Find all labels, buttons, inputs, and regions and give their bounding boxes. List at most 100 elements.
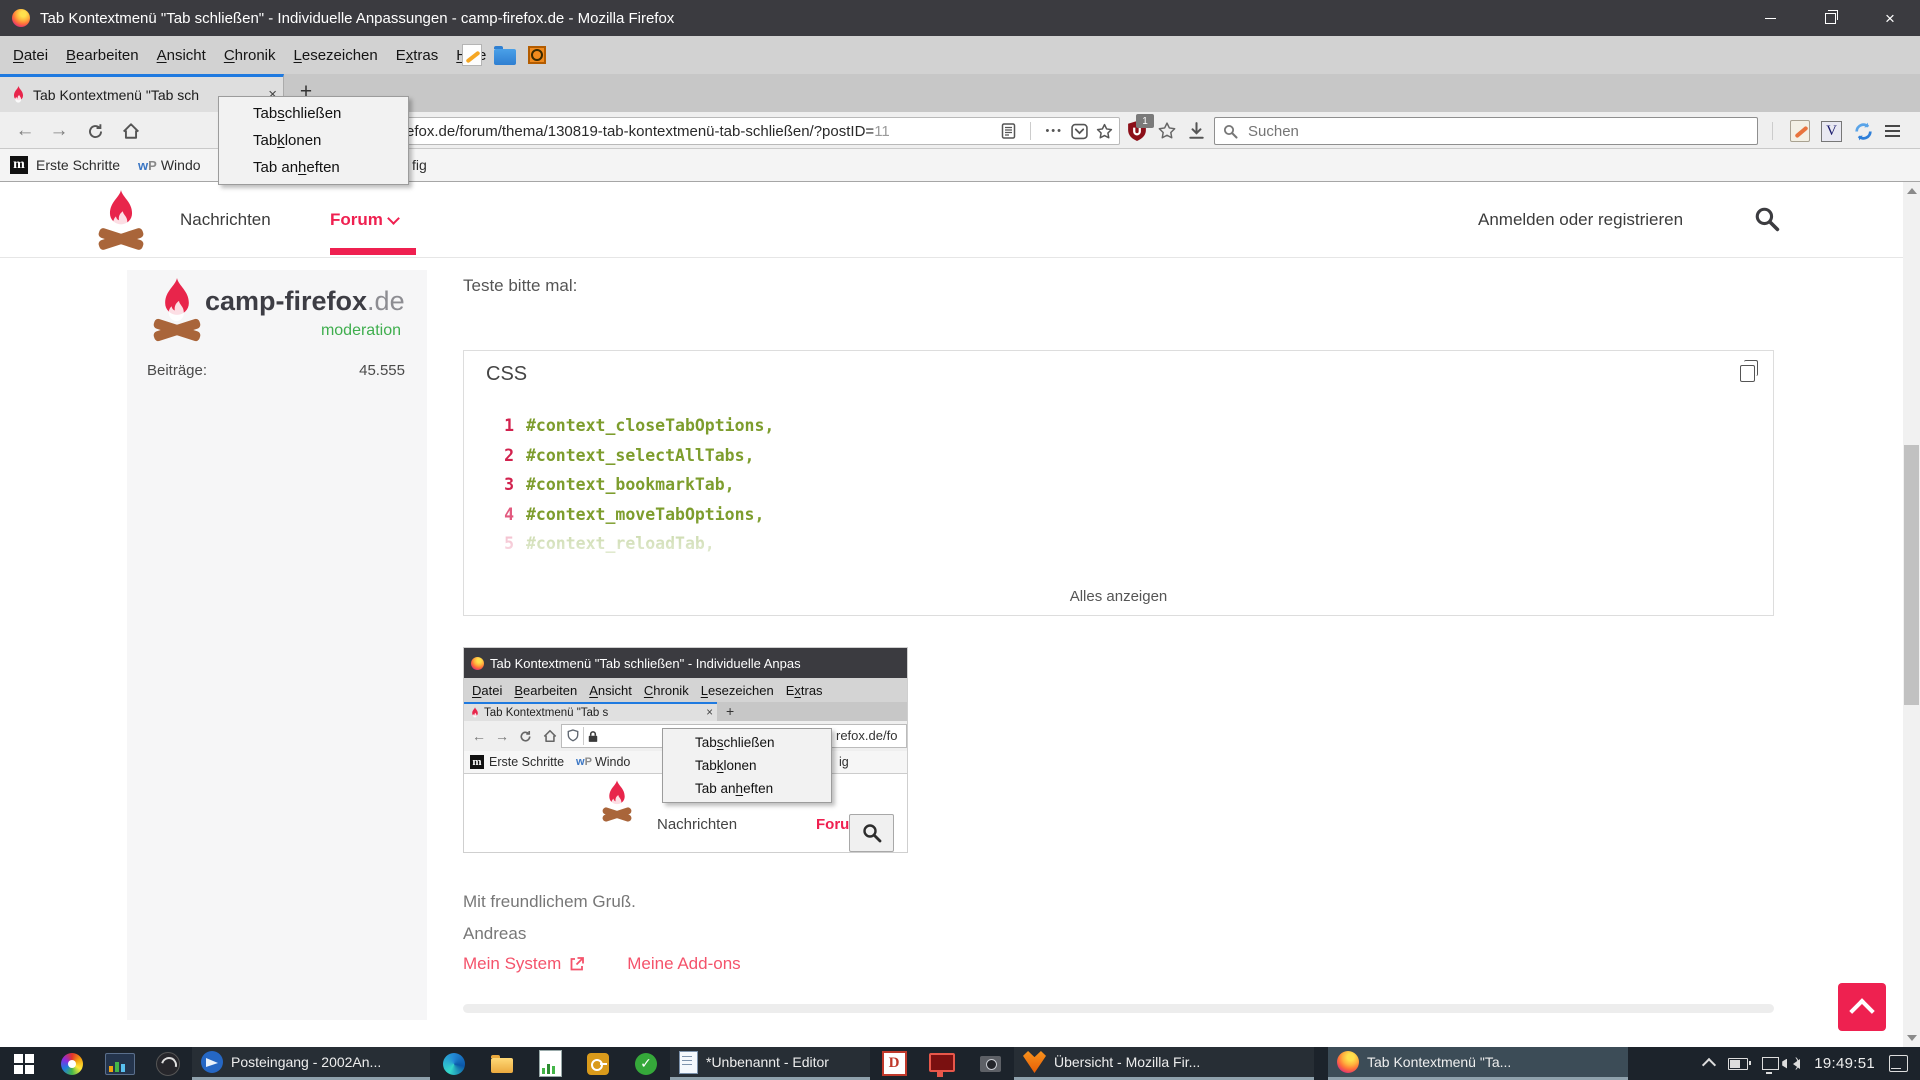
tracking-protection-shield-icon [567,729,579,743]
taskbar-edge-icon[interactable] [430,1047,478,1080]
action-center-icon[interactable] [1889,1055,1908,1072]
scroll-to-top-button[interactable] [1838,983,1886,1031]
site-search-icon[interactable] [1754,206,1780,232]
taskbar-chart-app-icon[interactable] [526,1047,574,1080]
network-icon[interactable] [1762,1057,1779,1070]
reader-mode-icon[interactable] [1001,123,1016,139]
embedded-title: Tab Kontextmenü "Tab schließen" - Indivi… [490,656,801,671]
menubar-item[interactable]: Datei [4,47,57,64]
show-all-link[interactable]: Alles anzeigen [464,588,1773,605]
menu-hamburger-icon[interactable] [1885,125,1900,137]
lock-icon [588,730,598,743]
line-text: #context_selectAllTabs, [526,446,754,465]
copy-code-icon[interactable] [1740,365,1755,382]
menubar-item[interactable]: Extras [387,47,448,64]
menubar-item[interactable]: Ansicht [148,47,215,64]
taskbar-monitor-app-icon[interactable] [96,1047,144,1080]
pocket-icon[interactable] [1071,123,1088,140]
site-nav-nachrichten[interactable]: Nachrichten [180,210,271,230]
bookmark-star-icon[interactable] [1096,123,1113,140]
taskbar-color-app-icon[interactable] [48,1047,96,1080]
scrollbar-up-arrow[interactable] [1907,188,1917,194]
tray-expand-icon[interactable] [1702,1058,1716,1072]
menubar-item[interactable]: Lesezeichen [285,47,387,64]
taskbar-keepass-icon[interactable] [574,1047,622,1080]
link-mein-system[interactable]: Mein System [463,954,585,974]
page-actions-icon[interactable]: ••• [1045,125,1063,137]
window-titlebar: Tab Kontextmenü "Tab schließen" - Indivi… [0,0,1920,36]
menubar-item[interactable]: Bearbeiten [57,47,148,64]
taskbar-explorer-icon[interactable] [478,1047,526,1080]
site-nav-forum[interactable]: Forum [330,210,398,230]
scrollbar-down-arrow[interactable] [1907,1035,1917,1041]
task-thunderbird[interactable]: Posteingang - 2002An... [192,1047,430,1080]
embedded-titlebar: Tab Kontextmenü "Tab schließen" - Indivi… [464,648,907,678]
embedded-tabbar: Tab Kontextmenü "Tab s × + [464,702,907,721]
task-firefox-kontextmenu[interactable]: Tab Kontextmenü "Ta... [1328,1047,1628,1080]
folder-addon-icon[interactable] [494,49,516,65]
notes-addon-icon[interactable] [1790,120,1810,142]
posts-row: Beiträge: 45.555 [147,362,405,379]
window-title: Tab Kontextmenü "Tab schließen" - Indivi… [40,10,674,27]
post-screenshot-image[interactable]: Tab Kontextmenü "Tab schließen" - Indivi… [463,647,908,853]
login-link[interactable]: Anmelden oder registrieren [1478,210,1683,230]
taskbar-d-app-icon[interactable]: D [870,1047,918,1080]
embedded-url-text: refox.de/fo [836,728,897,743]
bookmark-config[interactable]: fig [412,157,427,173]
context-menu-item[interactable]: Tab schließen [219,100,408,127]
embedded-menu-item: Lesezeichen [695,683,780,698]
back-button[interactable]: ← [10,116,40,146]
sync-icon[interactable] [1853,121,1874,142]
taskbar-camera-app-icon[interactable] [966,1047,1014,1080]
mozilla-bookmark-icon: m [10,156,28,174]
taskbar-remote-app-icon[interactable] [918,1047,966,1080]
restore-button[interactable] [1800,0,1860,36]
battery-icon[interactable] [1728,1058,1748,1070]
embedded-tab-close-icon: × [706,707,713,719]
context-menu-item[interactable]: Tab anheften [219,154,408,181]
speaker-icon[interactable] [1793,1059,1800,1069]
forward-button[interactable]: → [44,116,74,146]
link-meine-addons[interactable]: Meine Add-ons [627,954,740,974]
flame-icon [160,278,194,322]
back-icon: ← [16,120,35,142]
embedded-tab-title: Tab Kontextmenü "Tab s [484,707,674,719]
addon-button-icon[interactable] [528,46,546,64]
task-firefox-uebersicht[interactable]: Übersicht - Mozilla Fir... [1014,1047,1314,1080]
taskbar-clock[interactable]: 19:49:51 [1814,1055,1875,1072]
context-menu-item[interactable]: Tab klonen [219,127,408,154]
home-button[interactable] [116,116,146,146]
download-icon[interactable] [1188,122,1205,140]
extension-star-icon[interactable] [1158,122,1176,140]
site-logo[interactable] [97,190,147,250]
bookmark-erste-schritte[interactable]: Erste Schritte [36,157,120,173]
ublock-origin-icon[interactable]: 1 [1128,121,1146,141]
firefox-icon [1023,1051,1046,1073]
page-scrollbar[interactable] [1903,182,1920,1047]
minimize-button[interactable] [1740,0,1800,36]
image-zoom-button[interactable] [849,814,894,852]
note-addon-icon[interactable] [462,44,482,66]
menubar-item[interactable]: Chronik [215,47,285,64]
back-icon: ← [472,728,486,744]
firefox-app-icon [12,9,30,27]
task-notepad[interactable]: *Unbenannt - Editor [670,1047,870,1080]
post-intro-text: Teste bitte mal: [463,276,577,296]
close-button[interactable]: × [1860,0,1920,36]
reload-button[interactable] [80,116,110,146]
bookmark-windows[interactable]: Windo [161,157,201,173]
tab-favicon-flame [471,707,479,718]
scrollbar-thumb[interactable] [1904,445,1919,705]
taskbar-dark-app-icon[interactable] [144,1047,192,1080]
embedded-menu-item: Extras [780,683,829,698]
line-number: 1 [464,416,514,435]
line-text: #context_closeTabOptions, [526,416,774,435]
sidebar-brand: camp-firefox.de [205,286,405,317]
code-line: 2 #context_selectAllTabs, [464,441,1773,471]
v-addon-icon[interactable]: V [1821,121,1842,142]
search-bar[interactable] [1214,117,1758,145]
taskbar-antivirus-icon[interactable]: ✓ [622,1047,670,1080]
start-button[interactable] [0,1047,48,1080]
search-input[interactable] [1246,122,1749,141]
urlbar-separator [1030,122,1031,140]
